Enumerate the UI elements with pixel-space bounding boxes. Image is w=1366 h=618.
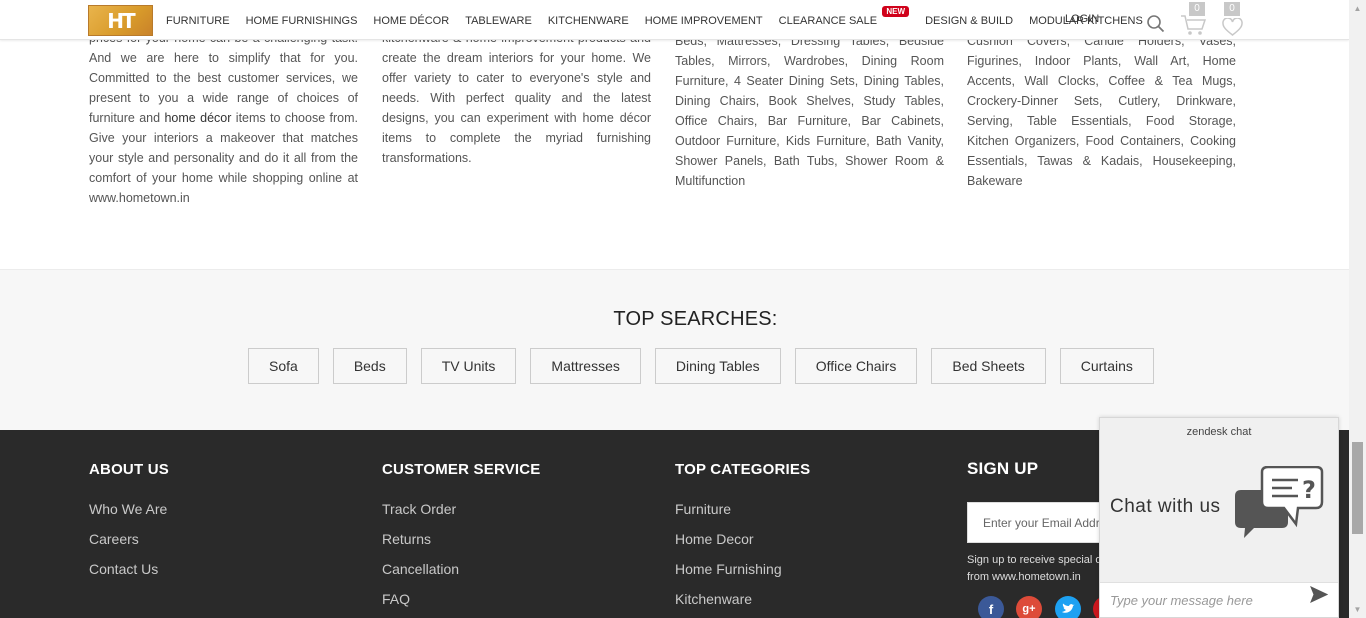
- search-chip-mattresses[interactable]: Mattresses: [530, 348, 641, 384]
- footer-about-title: ABOUT US: [89, 461, 169, 478]
- scroll-up-arrow-icon[interactable]: ▲: [1349, 0, 1366, 17]
- footer-link-home-decor[interactable]: Home Decor: [675, 531, 810, 548]
- scrollbar-thumb[interactable]: [1352, 442, 1363, 534]
- footer-about-column: ABOUT US Who We Are Careers Contact Us: [89, 461, 169, 578]
- scroll-down-arrow-icon[interactable]: ▼: [1349, 601, 1366, 618]
- search-chip-sofa[interactable]: Sofa: [248, 348, 319, 384]
- top-search-chips: Sofa Beds TV Units Mattresses Dining Tab…: [248, 348, 1168, 384]
- nav-home-improvement[interactable]: HOME IMPROVEMENT: [645, 15, 763, 27]
- zendesk-chat-title: zendesk chat: [1186, 426, 1252, 438]
- seo-text: items to choose from. Give your interior…: [89, 111, 358, 205]
- seo-text-section: prices for your home can be a challengin…: [0, 0, 1349, 269]
- search-chip-dining-tables[interactable]: Dining Tables: [654, 348, 781, 384]
- nav-clearance-sale[interactable]: CLEARANCE SALE NEW: [778, 6, 910, 27]
- footer-signup-title: SIGN UP: [967, 459, 1039, 478]
- footer-link-faq[interactable]: FAQ: [382, 591, 541, 608]
- footer-service-title: CUSTOMER SERVICE: [382, 461, 541, 478]
- search-chip-beds[interactable]: Beds: [332, 348, 407, 384]
- main-nav: FURNITURE HOME FURNISHINGS HOME DÉCOR TA…: [166, 6, 1159, 27]
- footer-link-home-furnishing[interactable]: Home Furnishing: [675, 561, 810, 578]
- seo-column-1: prices for your home can be a challengin…: [89, 28, 358, 208]
- chat-with-us-label[interactable]: Chat with us: [1110, 496, 1221, 518]
- footer-service-column: CUSTOMER SERVICE Track Order Returns Can…: [382, 461, 541, 608]
- search-chip-curtains[interactable]: Curtains: [1059, 348, 1154, 384]
- footer-link-kitchenware[interactable]: Kitchenware: [675, 591, 810, 608]
- page-scrollbar[interactable]: ▲ ▼: [1349, 0, 1366, 618]
- seo-column-2: kitchenware & home improvement products …: [382, 31, 651, 165]
- logo-text: HT: [107, 8, 135, 33]
- cart-icon[interactable]: [1180, 14, 1207, 41]
- footer-link-who-we-are[interactable]: Who We Are: [89, 501, 169, 518]
- new-badge: NEW: [882, 6, 910, 17]
- search-icon[interactable]: [1146, 14, 1165, 38]
- footer-link-careers[interactable]: Careers: [89, 531, 169, 548]
- seo-column-4: Cushion Covers, Candle Holders, Vases, F…: [967, 34, 1236, 188]
- login-link[interactable]: LOGIN: [1065, 13, 1099, 25]
- footer-link-cancellation[interactable]: Cancellation: [382, 561, 541, 578]
- send-icon[interactable]: [1310, 586, 1329, 608]
- footer-link-track-order[interactable]: Track Order: [382, 501, 541, 518]
- nav-tableware[interactable]: TABLEWARE: [465, 15, 532, 27]
- home-decor-link[interactable]: home décor: [164, 111, 231, 125]
- nav-home-furnishings[interactable]: HOME FURNISHINGS: [246, 15, 358, 27]
- nav-clearance-label: CLEARANCE SALE: [778, 15, 878, 27]
- footer-categories-column: TOP CATEGORIES Furniture Home Decor Home…: [675, 461, 810, 608]
- cart-count: 0: [1189, 2, 1205, 16]
- footer-signup-column: SIGN UP: [967, 459, 1038, 479]
- google-plus-icon[interactable]: g+: [1016, 596, 1042, 618]
- nav-home-decor[interactable]: HOME DÉCOR: [373, 15, 449, 27]
- top-searches-title: TOP SEARCHES:: [613, 308, 778, 330]
- nav-kitchenware[interactable]: KITCHENWARE: [548, 15, 629, 27]
- search-chip-office-chairs[interactable]: Office Chairs: [794, 348, 918, 384]
- wishlist-count: 0: [1224, 2, 1240, 16]
- twitter-icon[interactable]: [1055, 596, 1081, 618]
- chat-bubble-icon: ?: [1232, 465, 1324, 553]
- facebook-icon[interactable]: f: [978, 596, 1004, 618]
- nav-furniture[interactable]: FURNITURE: [166, 15, 230, 27]
- search-chip-bed-sheets[interactable]: Bed Sheets: [931, 348, 1046, 384]
- hometown-logo[interactable]: HT: [88, 5, 153, 36]
- footer-link-contact-us[interactable]: Contact Us: [89, 561, 169, 578]
- footer-categories-title: TOP CATEGORIES: [675, 461, 811, 478]
- zendesk-chat-widget[interactable]: zendesk chat Chat with us ? Type your me…: [1099, 417, 1339, 618]
- nav-design-build[interactable]: DESIGN & BUILD: [925, 15, 1013, 27]
- chat-message-input[interactable]: Type your message here: [1100, 582, 1338, 617]
- wishlist-heart-icon[interactable]: [1222, 17, 1243, 41]
- site-header: HT FURNITURE HOME FURNISHINGS HOME DÉCOR…: [0, 0, 1349, 40]
- footer-link-furniture[interactable]: Furniture: [675, 501, 810, 518]
- search-chip-tv-units[interactable]: TV Units: [420, 348, 517, 384]
- footer-link-returns[interactable]: Returns: [382, 531, 541, 548]
- svg-text:?: ?: [1302, 476, 1316, 504]
- top-searches-section: TOP SEARCHES: Sofa Beds TV Units Mattres…: [0, 269, 1349, 430]
- seo-column-3: Beds, Mattresses, Dressing Tables, Bedsi…: [675, 34, 944, 188]
